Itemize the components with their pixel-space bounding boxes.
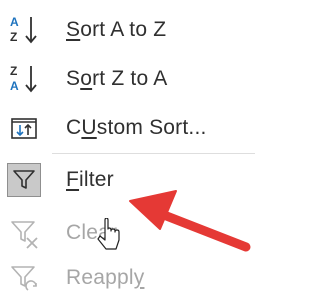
menu-item-sort-z-to-a[interactable]: Z A Sort Z to A <box>0 57 255 101</box>
menu-item-custom-sort[interactable]: CUstom Sort... <box>0 106 255 150</box>
sort-z-to-a-label: Sort Z to A <box>66 67 168 90</box>
reapply-label: Reapply <box>66 266 145 289</box>
icon-letter-z: Z <box>10 30 17 44</box>
reapply-filter-icon <box>7 261 41 295</box>
clear-filter-icon <box>7 216 41 250</box>
icon-letter-a: A <box>10 79 19 93</box>
annotation-arrow <box>129 190 251 252</box>
menu-item-sort-a-to-z[interactable]: A Z Sort A to Z <box>0 8 255 52</box>
filter-icon <box>7 163 41 197</box>
custom-sort-label: CUstom Sort... <box>66 116 207 139</box>
custom-sort-icon <box>7 111 41 145</box>
icon-letter-a: A <box>10 15 19 29</box>
sort-z-to-a-icon: Z A <box>7 62 41 96</box>
menu-separator <box>52 153 255 154</box>
sort-a-to-z-icon: A Z <box>7 13 41 47</box>
sort-a-to-z-label: Sort A to Z <box>66 18 167 41</box>
icon-letter-z: Z <box>10 64 17 78</box>
filter-label: Filter <box>66 168 114 191</box>
